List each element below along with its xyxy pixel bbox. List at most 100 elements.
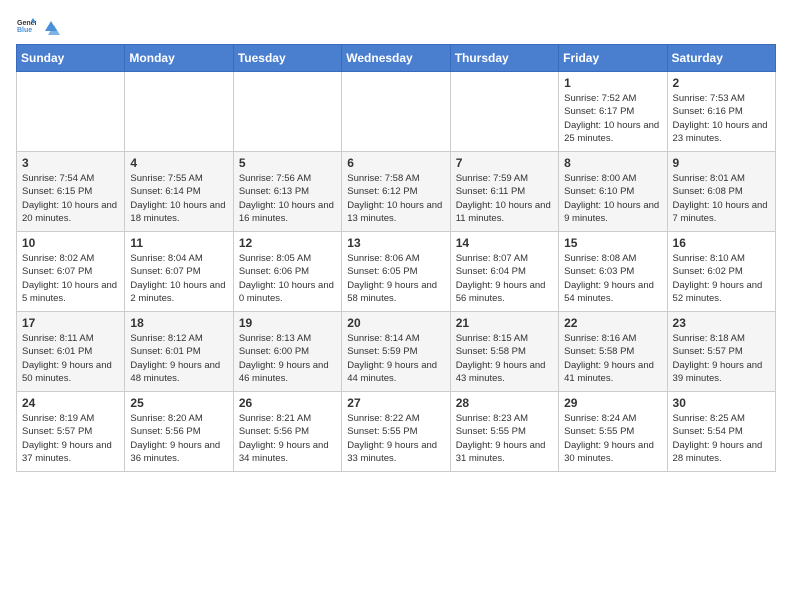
- calendar-cell: [233, 72, 341, 152]
- day-info: Sunrise: 7:54 AM Sunset: 6:15 PM Dayligh…: [22, 172, 119, 225]
- day-number: 7: [456, 156, 553, 170]
- calendar-cell: 24 Sunrise: 8:19 AM Sunset: 5:57 PM Dayli…: [17, 392, 125, 472]
- day-number: 23: [673, 316, 770, 330]
- svg-text:General: General: [17, 20, 36, 27]
- calendar-cell: [125, 72, 233, 152]
- calendar-cell: 16 Sunrise: 8:10 AM Sunset: 6:02 PM Dayli…: [667, 232, 775, 312]
- calendar-cell: 20 Sunrise: 8:14 AM Sunset: 5:59 PM Dayli…: [342, 312, 450, 392]
- day-info: Sunrise: 8:10 AM Sunset: 6:02 PM Dayligh…: [673, 252, 770, 305]
- day-number: 20: [347, 316, 444, 330]
- logo-triangle-icon: [42, 17, 60, 35]
- calendar-day-header: Saturday: [667, 45, 775, 72]
- calendar-cell: 22 Sunrise: 8:16 AM Sunset: 5:58 PM Dayli…: [559, 312, 667, 392]
- day-info: Sunrise: 8:22 AM Sunset: 5:55 PM Dayligh…: [347, 412, 444, 465]
- calendar-cell: 19Sunrise: 8:13 AM Sunset: 6:00 PM Dayli…: [233, 312, 341, 392]
- day-info: Sunrise: 7:58 AM Sunset: 6:12 PM Dayligh…: [347, 172, 444, 225]
- calendar-week-row: 24 Sunrise: 8:19 AM Sunset: 5:57 PM Dayli…: [17, 392, 776, 472]
- calendar-cell: 3 Sunrise: 7:54 AM Sunset: 6:15 PM Daylig…: [17, 152, 125, 232]
- day-number: 28: [456, 396, 553, 410]
- calendar-cell: 8Sunrise: 8:00 AM Sunset: 6:10 PM Daylig…: [559, 152, 667, 232]
- day-number: 30: [673, 396, 770, 410]
- logo: General Blue: [16, 16, 60, 36]
- day-info: Sunrise: 7:53 AM Sunset: 6:16 PM Dayligh…: [673, 92, 770, 145]
- day-number: 24: [22, 396, 119, 410]
- day-number: 15: [564, 236, 661, 250]
- day-number: 5: [239, 156, 336, 170]
- calendar-cell: 28 Sunrise: 8:23 AM Sunset: 5:55 PM Dayli…: [450, 392, 558, 472]
- day-info: Sunrise: 7:55 AM Sunset: 6:14 PM Dayligh…: [130, 172, 227, 225]
- calendar-week-row: 10 Sunrise: 8:02 AM Sunset: 6:07 PM Dayli…: [17, 232, 776, 312]
- day-info: Sunrise: 8:13 AM Sunset: 6:00 PM Dayligh…: [239, 332, 336, 385]
- day-info: Sunrise: 8:05 AM Sunset: 6:06 PM Dayligh…: [239, 252, 336, 305]
- day-info: Sunrise: 8:04 AM Sunset: 6:07 PM Dayligh…: [130, 252, 227, 305]
- day-info: Sunrise: 8:20 AM Sunset: 5:56 PM Dayligh…: [130, 412, 227, 465]
- calendar-header-row: SundayMondayTuesdayWednesdayThursdayFrid…: [17, 45, 776, 72]
- calendar-cell: [342, 72, 450, 152]
- calendar-week-row: 3 Sunrise: 7:54 AM Sunset: 6:15 PM Daylig…: [17, 152, 776, 232]
- day-info: Sunrise: 7:59 AM Sunset: 6:11 PM Dayligh…: [456, 172, 553, 225]
- calendar-cell: 4 Sunrise: 7:55 AM Sunset: 6:14 PM Daylig…: [125, 152, 233, 232]
- day-number: 16: [673, 236, 770, 250]
- day-number: 17: [22, 316, 119, 330]
- day-info: Sunrise: 8:02 AM Sunset: 6:07 PM Dayligh…: [22, 252, 119, 305]
- day-info: Sunrise: 7:56 AM Sunset: 6:13 PM Dayligh…: [239, 172, 336, 225]
- calendar-cell: 7 Sunrise: 7:59 AM Sunset: 6:11 PM Daylig…: [450, 152, 558, 232]
- calendar-day-header: Sunday: [17, 45, 125, 72]
- calendar-cell: 2Sunrise: 7:53 AM Sunset: 6:16 PM Daylig…: [667, 72, 775, 152]
- svg-text:Blue: Blue: [17, 27, 32, 34]
- day-number: 26: [239, 396, 336, 410]
- calendar-cell: 11 Sunrise: 8:04 AM Sunset: 6:07 PM Dayli…: [125, 232, 233, 312]
- calendar-cell: 30 Sunrise: 8:25 AM Sunset: 5:54 PM Dayli…: [667, 392, 775, 472]
- calendar-cell: 5 Sunrise: 7:56 AM Sunset: 6:13 PM Daylig…: [233, 152, 341, 232]
- calendar-cell: 15Sunrise: 8:08 AM Sunset: 6:03 PM Dayli…: [559, 232, 667, 312]
- calendar-cell: 1 Sunrise: 7:52 AM Sunset: 6:17 PM Daylig…: [559, 72, 667, 152]
- calendar-cell: 25 Sunrise: 8:20 AM Sunset: 5:56 PM Dayli…: [125, 392, 233, 472]
- day-number: 21: [456, 316, 553, 330]
- day-number: 29: [564, 396, 661, 410]
- day-number: 12: [239, 236, 336, 250]
- calendar-table: SundayMondayTuesdayWednesdayThursdayFrid…: [16, 44, 776, 472]
- day-number: 8: [564, 156, 661, 170]
- calendar-day-header: Monday: [125, 45, 233, 72]
- page-header: General Blue: [16, 16, 776, 36]
- calendar-cell: 6Sunrise: 7:58 AM Sunset: 6:12 PM Daylig…: [342, 152, 450, 232]
- day-info: Sunrise: 8:19 AM Sunset: 5:57 PM Dayligh…: [22, 412, 119, 465]
- day-number: 22: [564, 316, 661, 330]
- calendar-day-header: Thursday: [450, 45, 558, 72]
- day-number: 10: [22, 236, 119, 250]
- calendar-cell: 21 Sunrise: 8:15 AM Sunset: 5:58 PM Dayli…: [450, 312, 558, 392]
- day-info: Sunrise: 8:14 AM Sunset: 5:59 PM Dayligh…: [347, 332, 444, 385]
- day-info: Sunrise: 8:06 AM Sunset: 6:05 PM Dayligh…: [347, 252, 444, 305]
- calendar-day-header: Wednesday: [342, 45, 450, 72]
- day-info: Sunrise: 8:12 AM Sunset: 6:01 PM Dayligh…: [130, 332, 227, 385]
- day-number: 3: [22, 156, 119, 170]
- day-info: Sunrise: 7:52 AM Sunset: 6:17 PM Dayligh…: [564, 92, 661, 145]
- day-number: 9: [673, 156, 770, 170]
- day-number: 25: [130, 396, 227, 410]
- day-number: 14: [456, 236, 553, 250]
- calendar-cell: 12 Sunrise: 8:05 AM Sunset: 6:06 PM Dayli…: [233, 232, 341, 312]
- calendar-cell: 27Sunrise: 8:22 AM Sunset: 5:55 PM Dayli…: [342, 392, 450, 472]
- logo-icon: General Blue: [16, 16, 36, 36]
- day-info: Sunrise: 8:23 AM Sunset: 5:55 PM Dayligh…: [456, 412, 553, 465]
- calendar-cell: 23Sunrise: 8:18 AM Sunset: 5:57 PM Dayli…: [667, 312, 775, 392]
- calendar-cell: 14 Sunrise: 8:07 AM Sunset: 6:04 PM Dayli…: [450, 232, 558, 312]
- calendar-cell: 26Sunrise: 8:21 AM Sunset: 5:56 PM Dayli…: [233, 392, 341, 472]
- calendar-cell: [17, 72, 125, 152]
- day-number: 4: [130, 156, 227, 170]
- calendar-day-header: Tuesday: [233, 45, 341, 72]
- calendar-cell: 10 Sunrise: 8:02 AM Sunset: 6:07 PM Dayli…: [17, 232, 125, 312]
- day-number: 11: [130, 236, 227, 250]
- calendar-week-row: 1 Sunrise: 7:52 AM Sunset: 6:17 PM Daylig…: [17, 72, 776, 152]
- calendar-cell: 18Sunrise: 8:12 AM Sunset: 6:01 PM Dayli…: [125, 312, 233, 392]
- calendar-header: SundayMondayTuesdayWednesdayThursdayFrid…: [17, 45, 776, 72]
- day-info: Sunrise: 8:07 AM Sunset: 6:04 PM Dayligh…: [456, 252, 553, 305]
- day-info: Sunrise: 8:25 AM Sunset: 5:54 PM Dayligh…: [673, 412, 770, 465]
- day-info: Sunrise: 8:15 AM Sunset: 5:58 PM Dayligh…: [456, 332, 553, 385]
- calendar-day-header: Friday: [559, 45, 667, 72]
- calendar-cell: 29 Sunrise: 8:24 AM Sunset: 5:55 PM Dayli…: [559, 392, 667, 472]
- day-info: Sunrise: 8:24 AM Sunset: 5:55 PM Dayligh…: [564, 412, 661, 465]
- day-info: Sunrise: 8:16 AM Sunset: 5:58 PM Dayligh…: [564, 332, 661, 385]
- day-info: Sunrise: 8:11 AM Sunset: 6:01 PM Dayligh…: [22, 332, 119, 385]
- day-number: 1: [564, 76, 661, 90]
